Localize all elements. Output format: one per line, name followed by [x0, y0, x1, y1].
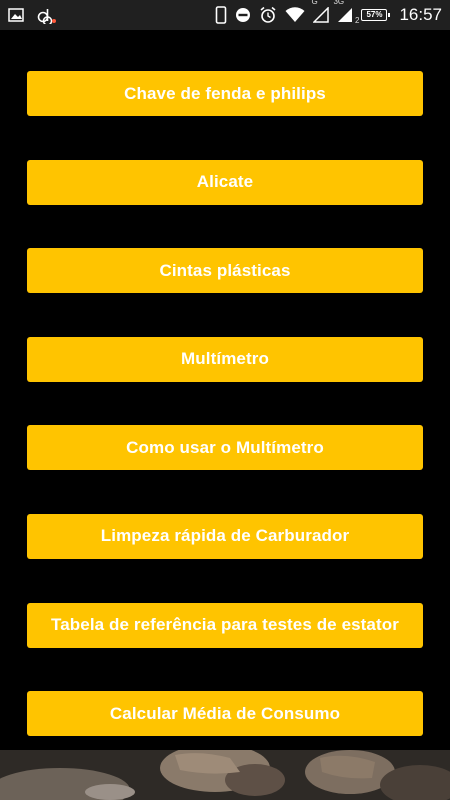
phone-vibrate-icon: [215, 6, 227, 24]
alarm-icon: [259, 6, 277, 24]
status-bar: G 3G 2 57% 16:57: [0, 0, 450, 30]
menu-button-calcular-consumo[interactable]: Calcular Média de Consumo: [27, 691, 423, 737]
signal-g-icon: G: [311, 0, 330, 23]
status-clock: 16:57: [399, 5, 442, 24]
app-screen: G 3G 2 57% 16:57 Chave de fenda e philip…: [0, 0, 450, 800]
background-photo: [0, 750, 450, 800]
wifi-icon: [285, 7, 305, 23]
menu-list: Chave de fenda e philips Alicate Cintas …: [27, 71, 423, 780]
notification-app-icon: [36, 6, 58, 24]
menu-button-como-usar-multimetro[interactable]: Como usar o Multímetro: [27, 425, 423, 471]
battery-icon: 57%: [361, 9, 391, 21]
battery-percentage: 57%: [366, 10, 383, 19]
menu-button-cintas-plasticas[interactable]: Cintas plásticas: [27, 248, 423, 294]
menu-button-multimetro[interactable]: Multímetro: [27, 336, 423, 382]
menu-button-tabela-estator[interactable]: Tabela de referência para testes de esta…: [27, 602, 423, 648]
do-not-disturb-icon: [235, 7, 251, 23]
menu-button-limpeza-carburador[interactable]: Limpeza rápida de Carburador: [27, 513, 423, 559]
image-icon: [8, 8, 24, 22]
signal-3g-icon: 3G 2: [333, 0, 360, 25]
menu-button-alicate[interactable]: Alicate: [27, 159, 423, 205]
menu-button-chave-de-fenda[interactable]: Chave de fenda e philips: [27, 71, 423, 116]
